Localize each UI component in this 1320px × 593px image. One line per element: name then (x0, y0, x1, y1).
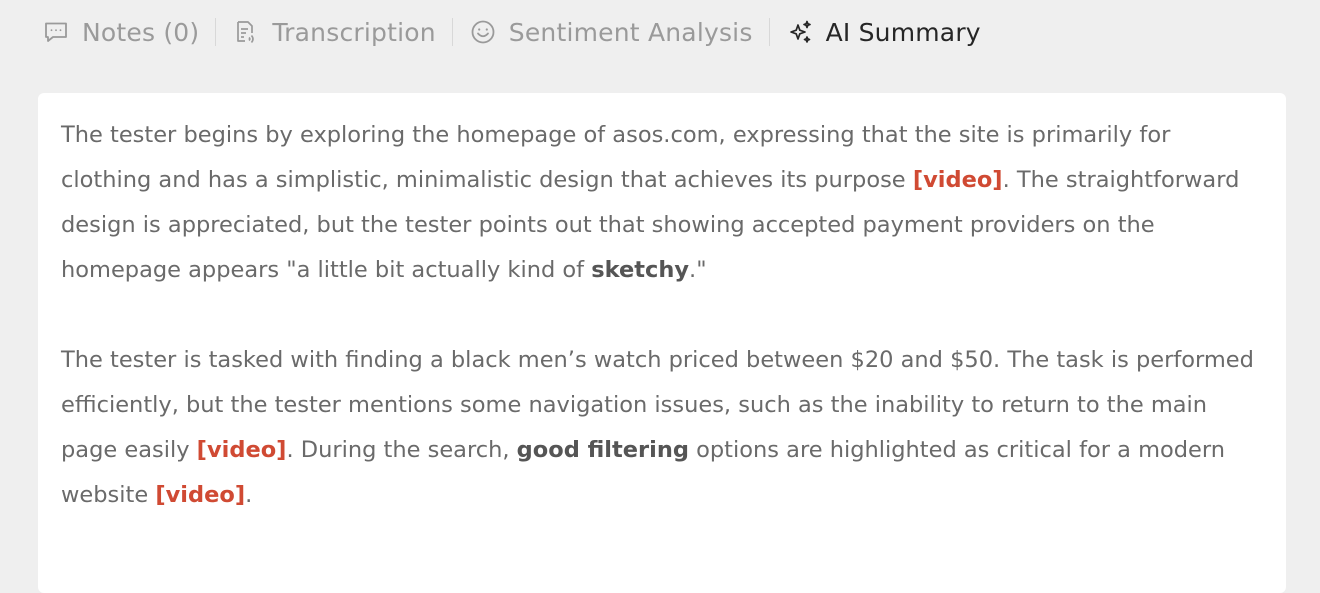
tab-transcription-label: Transcription (272, 17, 436, 47)
summary-text: . During the search, (286, 437, 517, 463)
tab-notes[interactable]: Notes (0) (42, 0, 199, 64)
comment-icon (42, 18, 70, 46)
tab-ai-summary-label: AI Summary (825, 17, 981, 47)
tab-divider (451, 18, 453, 46)
tab-divider (768, 18, 770, 46)
highlight-text: sketchy (591, 257, 690, 283)
tab-ai-summary[interactable]: AI Summary (786, 0, 981, 64)
sparkles-icon (786, 18, 814, 46)
tab-bar: Notes (0) Transcription Sentiment Analys… (42, 0, 981, 64)
summary-card: The tester begins by exploring the homep… (38, 93, 1286, 593)
tab-transcription[interactable]: Transcription (232, 0, 436, 64)
video-link[interactable]: [video] (155, 482, 245, 508)
summary-text: ." (689, 257, 707, 283)
smiley-icon (469, 18, 497, 46)
transcript-icon (232, 18, 260, 46)
tab-notes-label: Notes (0) (82, 17, 200, 47)
highlight-text: good filtering (516, 437, 689, 463)
summary-paragraph: The tester begins by exploring the homep… (61, 113, 1266, 293)
summary-paragraph: The tester is tasked with finding a blac… (61, 338, 1266, 518)
summary-text: . (245, 482, 253, 508)
video-link[interactable]: [video] (913, 167, 1003, 193)
tab-sentiment-label: Sentiment Analysis (508, 17, 753, 47)
tab-sentiment-analysis[interactable]: Sentiment Analysis (469, 0, 753, 64)
video-link[interactable]: [video] (197, 437, 287, 463)
tab-divider (215, 18, 217, 46)
summary-content: The tester begins by exploring the homep… (61, 113, 1266, 518)
